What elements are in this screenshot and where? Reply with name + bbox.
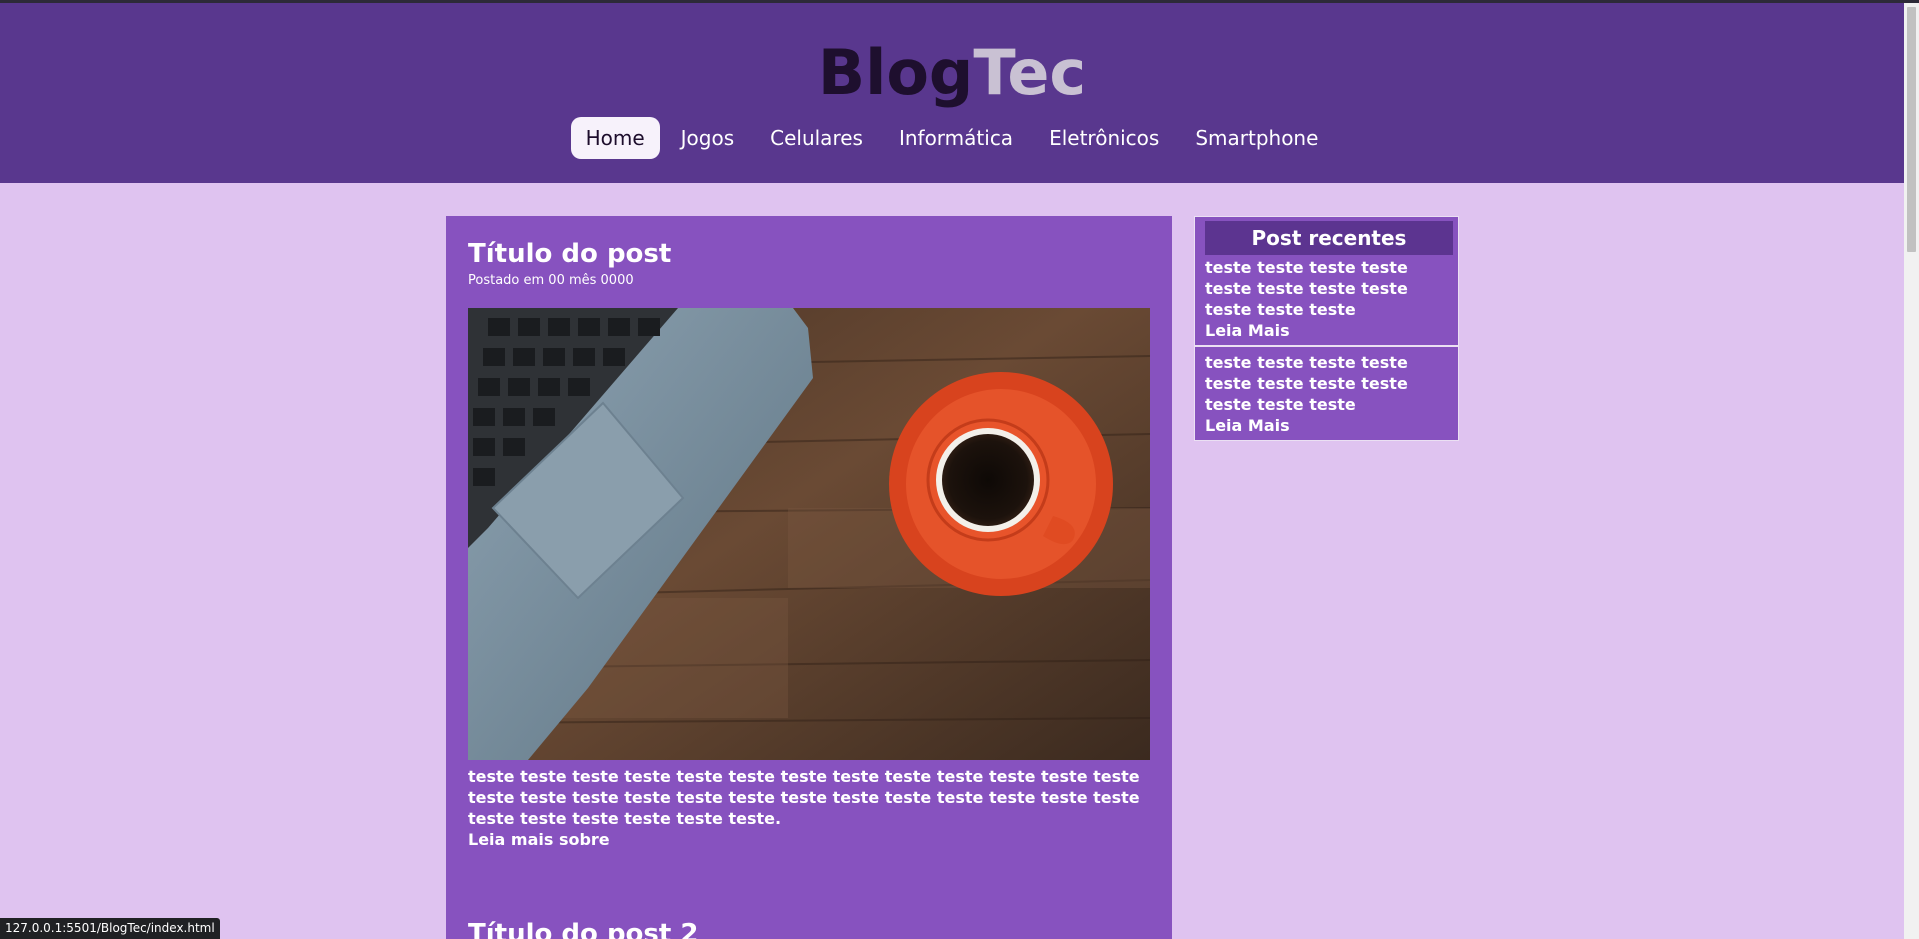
sidebar-title: Post recentes <box>1205 221 1453 255</box>
nav-item-celulares[interactable]: Celulares <box>755 117 878 159</box>
recent-post-item: teste teste teste teste teste teste test… <box>1195 257 1458 345</box>
recent-posts-sidebar: Post recentes teste teste teste teste te… <box>1194 216 1459 441</box>
post-card-2: Título do post 2 <box>468 918 1150 939</box>
status-bar-url: 127.0.0.1:5501/BlogTec/index.html <box>0 918 220 939</box>
site-header: BlogTec Home Jogos Celulares Informática… <box>0 3 1919 183</box>
post-title-2[interactable]: Título do post 2 <box>468 918 1150 939</box>
nav-item-informatica[interactable]: Informática <box>884 117 1028 159</box>
post-image <box>468 308 1150 760</box>
vertical-scrollbar[interactable] <box>1904 3 1919 939</box>
post-date: Postado em 00 mês 0000 <box>468 273 634 288</box>
nav-item-jogos[interactable]: Jogos <box>666 117 750 159</box>
recent-post-text: teste teste teste teste teste teste test… <box>1205 353 1408 414</box>
logo-part-blog: Blog <box>817 36 974 109</box>
recent-post-text: teste teste teste teste teste teste test… <box>1205 258 1408 319</box>
post-excerpt: teste teste teste teste teste teste test… <box>468 767 1140 828</box>
logo-part-tec: Tec <box>973 36 1087 109</box>
nav-item-smartphone[interactable]: Smartphone <box>1180 117 1333 159</box>
post-read-more-link[interactable]: Leia mais sobre <box>468 829 1150 850</box>
recent-post-read-more-link[interactable]: Leia Mais <box>1205 321 1290 340</box>
main-nav: Home Jogos Celulares Informática Eletrôn… <box>0 117 1904 159</box>
posts-column: Título do post Postado em 00 mês 0000 te… <box>446 216 1172 939</box>
recent-post-read-more-link[interactable]: Leia Mais <box>1205 416 1290 435</box>
nav-item-eletronicos[interactable]: Eletrônicos <box>1034 117 1174 159</box>
post-title[interactable]: Título do post <box>468 238 1150 270</box>
site-logo[interactable]: BlogTec <box>0 37 1904 109</box>
nav-item-home[interactable]: Home <box>570 117 660 159</box>
scrollbar-thumb[interactable] <box>1907 7 1916 252</box>
recent-post-item: teste teste teste teste teste teste test… <box>1195 345 1458 440</box>
post-card: Título do post Postado em 00 mês 0000 te… <box>468 238 1150 850</box>
